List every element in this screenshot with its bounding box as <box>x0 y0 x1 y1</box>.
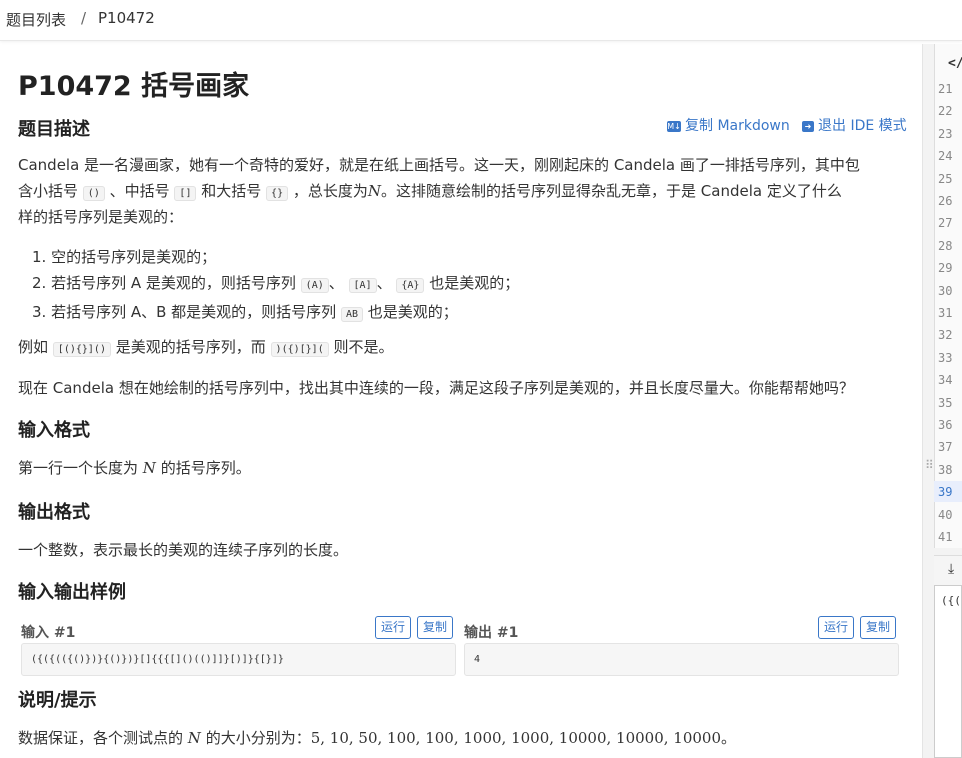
code-paren: () <box>82 186 105 201</box>
text: 数据保证，各个测试点的 <box>18 729 184 747</box>
rule-item-2: 2. 若括号序列 A 是美观的，则括号序列 (A)、 [A]、 {A} 也是美观… <box>32 270 519 299</box>
section-output-heading: 输出格式 <box>18 502 90 523</box>
text: 。这排随意绘制的括号序列显得杂乱无章，于是 Candela 定义了什么 <box>381 182 842 200</box>
text: 和大括号 <box>201 182 262 200</box>
io-toolbar: ⤓ <box>934 555 962 586</box>
code-brace: {} <box>266 186 289 201</box>
code-bracket: [] <box>174 186 197 201</box>
description-line-2: 含小括号 () 、中括号 [] 和大括号 {} ，总长度为N。这排随意绘制的括号… <box>18 180 842 201</box>
copy-markdown-button[interactable]: M↓ 复制 Markdown <box>667 115 790 135</box>
breadcrumb: 题目列表 / P10472 <box>0 0 962 41</box>
rule-list: 1. 空的括号序列是美观的； 2. 若括号序列 A 是美观的，则括号序列 (A)… <box>32 244 519 328</box>
text: 的大小分别为： <box>205 729 311 747</box>
text: 。 <box>721 729 737 747</box>
text: 的括号序列。 <box>160 459 251 477</box>
text: 也是美观的； <box>429 274 520 292</box>
line-number: 41 <box>938 530 953 544</box>
breadcrumb-root-link[interactable]: 题目列表 <box>6 9 66 30</box>
section-samples-heading: 输入输出样例 <box>18 582 126 603</box>
line-number: 29 <box>938 261 953 276</box>
sample-output-box[interactable]: 4 <box>464 643 899 676</box>
drag-handle-icon[interactable]: ⠿ <box>925 459 934 471</box>
text: 则不是。 <box>333 338 394 356</box>
copy-output-button[interactable]: 复制 <box>860 616 897 639</box>
line-number: 30 <box>938 283 953 298</box>
text: 例如 <box>18 338 49 356</box>
copy-input-button[interactable]: 复制 <box>417 616 454 639</box>
sample-output-label: 输出 #1 <box>464 625 519 641</box>
code-a2: [A] <box>348 278 377 293</box>
breadcrumb-separator: / <box>81 9 87 27</box>
problem-title: P10472 括号画家 <box>18 71 250 102</box>
rule-item-3: 3. 若括号序列 A、B 都是美观的，则括号序列 AB 也是美观的； <box>32 299 519 328</box>
output-format-text: 一个整数，表示最长的美观的连续子序列的长度。 <box>18 541 349 559</box>
exit-icon: ➜ <box>802 121 814 132</box>
code-a1: (A) <box>300 278 329 293</box>
line-number: 34 <box>938 373 953 388</box>
question-paragraph: 现在 Candela 想在她绘制的括号序列中，找出其中连续的一段，满足这段子序列… <box>18 379 854 397</box>
line-number: 37 <box>938 440 953 455</box>
exit-ide-button[interactable]: ➜ 退出 IDE 模式 <box>802 115 907 135</box>
line-number: 26 <box>938 194 953 208</box>
line-number: 32 <box>938 328 953 343</box>
markdown-icon: M↓ <box>667 121 681 132</box>
hint-values: 5, 10, 50, 100, 100, 1000, 1000, 10000, … <box>310 729 722 747</box>
line-number: 23 <box>938 126 953 141</box>
run-sample-button[interactable]: 运行 <box>375 616 412 639</box>
line-number: 27 <box>938 216 953 231</box>
text: 2. 若括号序列 A 是美观的，则括号序列 <box>32 274 296 292</box>
line-number: 31 <box>938 306 953 320</box>
line-number: 39 <box>938 485 953 500</box>
code-example-good: [(){}]() <box>52 342 111 357</box>
section-hint-heading: 说明/提示 <box>18 690 97 711</box>
code-ab: AB <box>340 307 363 322</box>
copy-markdown-label: 复制 Markdown <box>685 118 790 134</box>
var-n: N <box>142 459 156 477</box>
text: 、 <box>376 274 392 292</box>
line-number: 21 <box>938 82 953 96</box>
text: 也是美观的； <box>367 303 458 321</box>
line-number: 38 <box>938 462 953 477</box>
sample-input-label: 输入 #1 <box>21 625 76 641</box>
input-format-text: 第一行一个长度为 N 的括号序列。 <box>18 457 251 478</box>
line-number: 22 <box>938 104 953 119</box>
section-description-heading: 题目描述 <box>18 119 90 140</box>
line-number: 36 <box>938 418 953 432</box>
line-number: 24 <box>938 149 953 164</box>
custom-input-box[interactable]: ({( <box>934 585 962 758</box>
text: 、 <box>328 274 344 292</box>
line-number: 35 <box>938 395 953 410</box>
download-icon[interactable]: ⤓ <box>948 561 954 577</box>
description-line-3: 样的括号序列是美观的： <box>18 208 184 226</box>
sample-input-box[interactable]: ({({(({()})}{()})}[]{{{[]()(()]]}[)]}{[}… <box>21 643 456 676</box>
code-a3: {A} <box>396 278 425 293</box>
text: 、中括号 <box>109 182 170 200</box>
line-number: 40 <box>938 507 953 522</box>
var-n: N <box>367 182 382 200</box>
line-number: 25 <box>938 171 953 186</box>
code-example-bad: )({)[}]( <box>270 342 329 357</box>
breadcrumb-current: P10472 <box>98 9 155 27</box>
text: ，总长度为 <box>292 182 368 200</box>
description-line-1: Candela 是一名漫画家，她有一个奇特的爱好，就是在纸上画括号。这一天，刚刚… <box>18 156 860 174</box>
var-n: N <box>187 729 201 747</box>
section-input-heading: 输入格式 <box>18 420 90 441</box>
run-output-button[interactable]: 运行 <box>818 616 855 639</box>
code-tab-icon[interactable]: </ <box>948 56 962 71</box>
rule-item-1: 1. 空的括号序列是美观的； <box>32 248 217 266</box>
line-number: 28 <box>938 238 953 253</box>
text: 是美观的括号序列，而 <box>115 338 266 356</box>
example-paragraph: 例如 [(){}]() 是美观的括号序列，而 )({)[}]( 则不是。 <box>18 336 394 357</box>
line-number: 33 <box>938 350 953 365</box>
problem-panel: P10472 括号画家 题目描述 M↓ 复制 Markdown ➜ 退出 IDE 模… <box>0 44 922 758</box>
hint-text: 数据保证，各个测试点的 N 的大小分别为：5, 10, 50, 100, 100… <box>18 727 736 748</box>
exit-ide-label: 退出 IDE 模式 <box>818 118 907 134</box>
text: 3. 若括号序列 A、B 都是美观的，则括号序列 <box>32 303 337 321</box>
text: 第一行一个长度为 <box>18 459 139 477</box>
text: 含小括号 <box>18 182 79 200</box>
